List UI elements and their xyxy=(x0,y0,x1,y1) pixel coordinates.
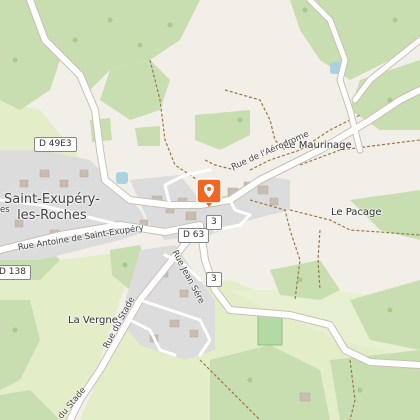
street-label-fragment: es xyxy=(0,205,10,215)
map-canvas[interactable]: Saint-Exupéry- les-Roches Le Maurinage L… xyxy=(0,0,420,420)
road-shield-d63: D 63 xyxy=(178,228,210,243)
forest-area xyxy=(195,110,250,150)
road-shield-3-a: 3 xyxy=(206,215,222,230)
place-label-la-vergne: La Vergne xyxy=(68,315,118,326)
town-label-line1: Saint-Exupéry- xyxy=(4,192,100,207)
location-pin-icon[interactable] xyxy=(196,178,222,208)
forest-area xyxy=(270,260,340,300)
town-label-line2: les-Roches xyxy=(17,208,87,223)
town-label: Saint-Exupéry- les-Roches xyxy=(4,192,100,224)
water-pond xyxy=(116,172,128,184)
road-shield-d49e3: D 49E3 xyxy=(34,137,77,152)
road-shield-3-b: 3 xyxy=(206,272,222,287)
road-shield-d138: D 138 xyxy=(0,265,31,280)
forest-area xyxy=(135,126,160,146)
place-label-le-pacage: Le Pacage xyxy=(331,207,382,218)
